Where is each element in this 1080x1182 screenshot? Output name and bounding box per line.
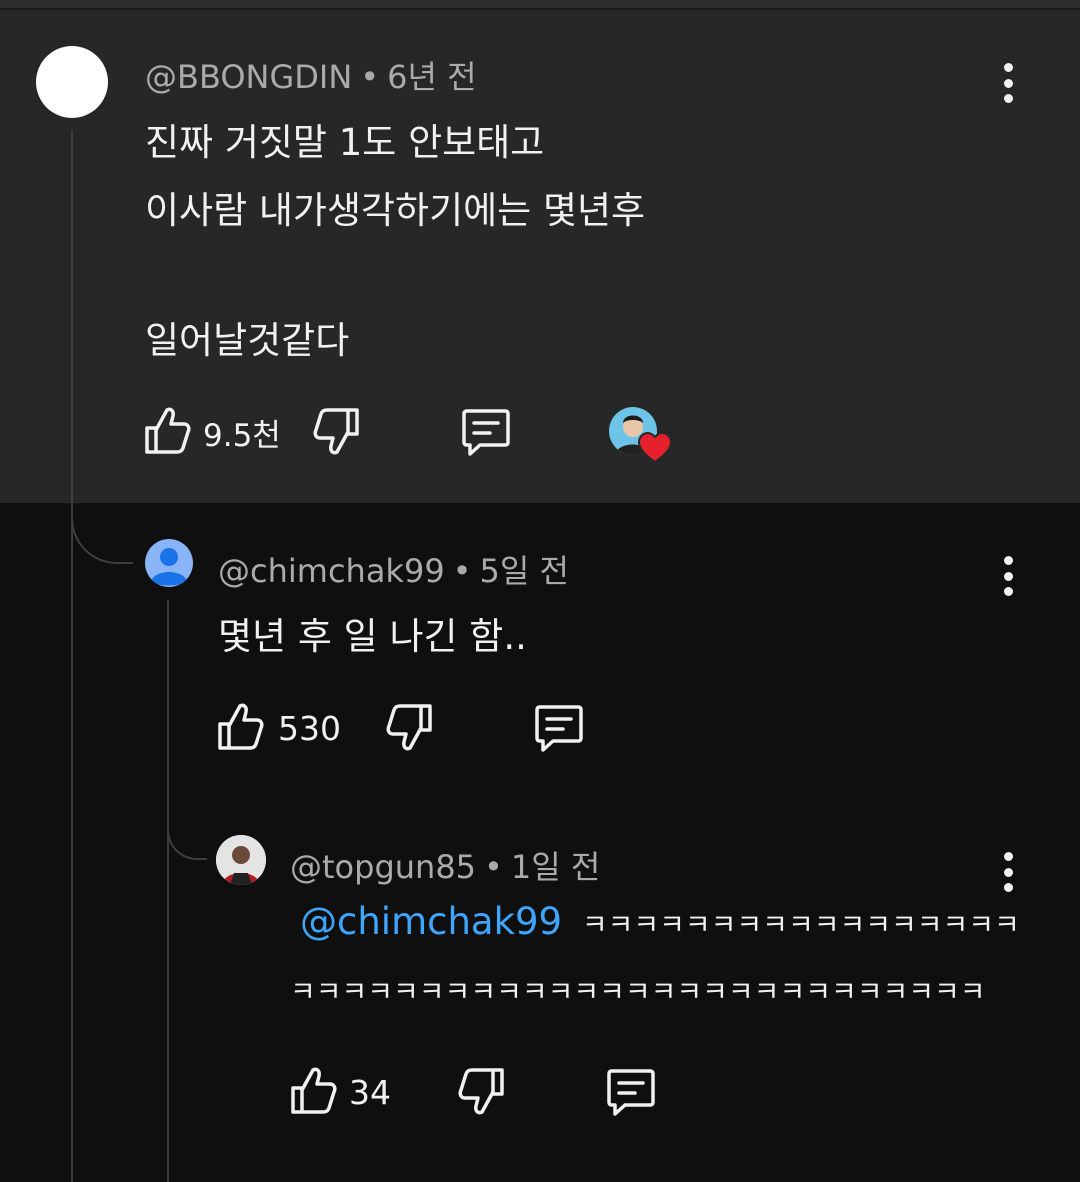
timestamp: 5일 전 (479, 552, 569, 590)
thumb-up-icon (143, 404, 191, 460)
dislike-button[interactable] (313, 406, 361, 462)
thumb-down-icon (458, 1066, 506, 1122)
thumb-down-icon (313, 406, 361, 462)
comment-text-line: 일어날것같다 (145, 319, 350, 362)
like-count: 34 (349, 1072, 391, 1112)
thread-connector-reply-2 (167, 800, 207, 860)
avatar[interactable] (216, 835, 266, 885)
comment-text-line: 이사람 내가생각하기에는 몇년후 (145, 189, 646, 232)
more-options-icon[interactable] (996, 556, 1020, 596)
thumb-up-icon (289, 1064, 337, 1120)
avatar[interactable] (36, 46, 108, 118)
comment-meta: @BBONGDIN • 6년 전 (145, 58, 477, 96)
dislike-button[interactable] (386, 702, 434, 758)
more-options-icon[interactable] (996, 63, 1020, 103)
heart-icon (637, 431, 673, 469)
comment-text-line: @chimchak99 ㅋㅋㅋㅋㅋㅋㅋㅋㅋㅋㅋㅋㅋㅋㅋㅋㅋ (300, 900, 1020, 943)
comment-text: ㅋㅋㅋㅋㅋㅋㅋㅋㅋㅋㅋㅋㅋㅋㅋㅋㅋ (581, 908, 1020, 941)
like-button[interactable]: 9.5천 (143, 404, 281, 460)
thumb-down-icon (386, 702, 434, 758)
timestamp: 6년 전 (387, 58, 477, 96)
timestamp: 1일 전 (510, 848, 601, 886)
thread-line-reply (167, 600, 169, 1182)
reply-comment-icon (460, 408, 512, 462)
comment-text-line: ㅋㅋㅋㅋㅋㅋㅋㅋㅋㅋㅋㅋㅋㅋㅋㅋㅋㅋㅋㅋㅋㅋㅋㅋㅋㅋㅋ (290, 975, 986, 1008)
author-name[interactable]: @topgun85 (290, 848, 476, 886)
comment-meta: @chimchak99 • 5일 전 (218, 552, 569, 590)
reply-comment-icon (533, 704, 585, 758)
reply-comment-icon (605, 1068, 657, 1122)
author-name[interactable]: @BBONGDIN (145, 58, 352, 96)
like-button[interactable]: 34 (289, 1064, 391, 1120)
more-options-icon[interactable] (996, 852, 1020, 892)
thumb-up-icon (216, 700, 264, 756)
like-button[interactable]: 530 (216, 700, 341, 756)
author-name[interactable]: @chimchak99 (218, 552, 445, 590)
like-count: 530 (278, 708, 341, 748)
thread-line-main (71, 130, 73, 1182)
comment-meta: @topgun85 • 1일 전 (290, 848, 601, 886)
comment-text-line: 몇년 후 일 나긴 함.. (218, 615, 527, 658)
thread-connector-reply-1 (71, 500, 133, 564)
avatar[interactable] (145, 539, 193, 587)
like-count: 9.5천 (203, 417, 281, 454)
dislike-button[interactable] (458, 1066, 506, 1122)
reply-button[interactable] (460, 408, 512, 462)
reply-button[interactable] (605, 1068, 657, 1122)
mention-link[interactable]: @chimchak99 (300, 900, 562, 943)
reply-button[interactable] (533, 704, 585, 758)
comment-text-line: 진짜 거짓말 1도 안보태고 (145, 121, 545, 164)
